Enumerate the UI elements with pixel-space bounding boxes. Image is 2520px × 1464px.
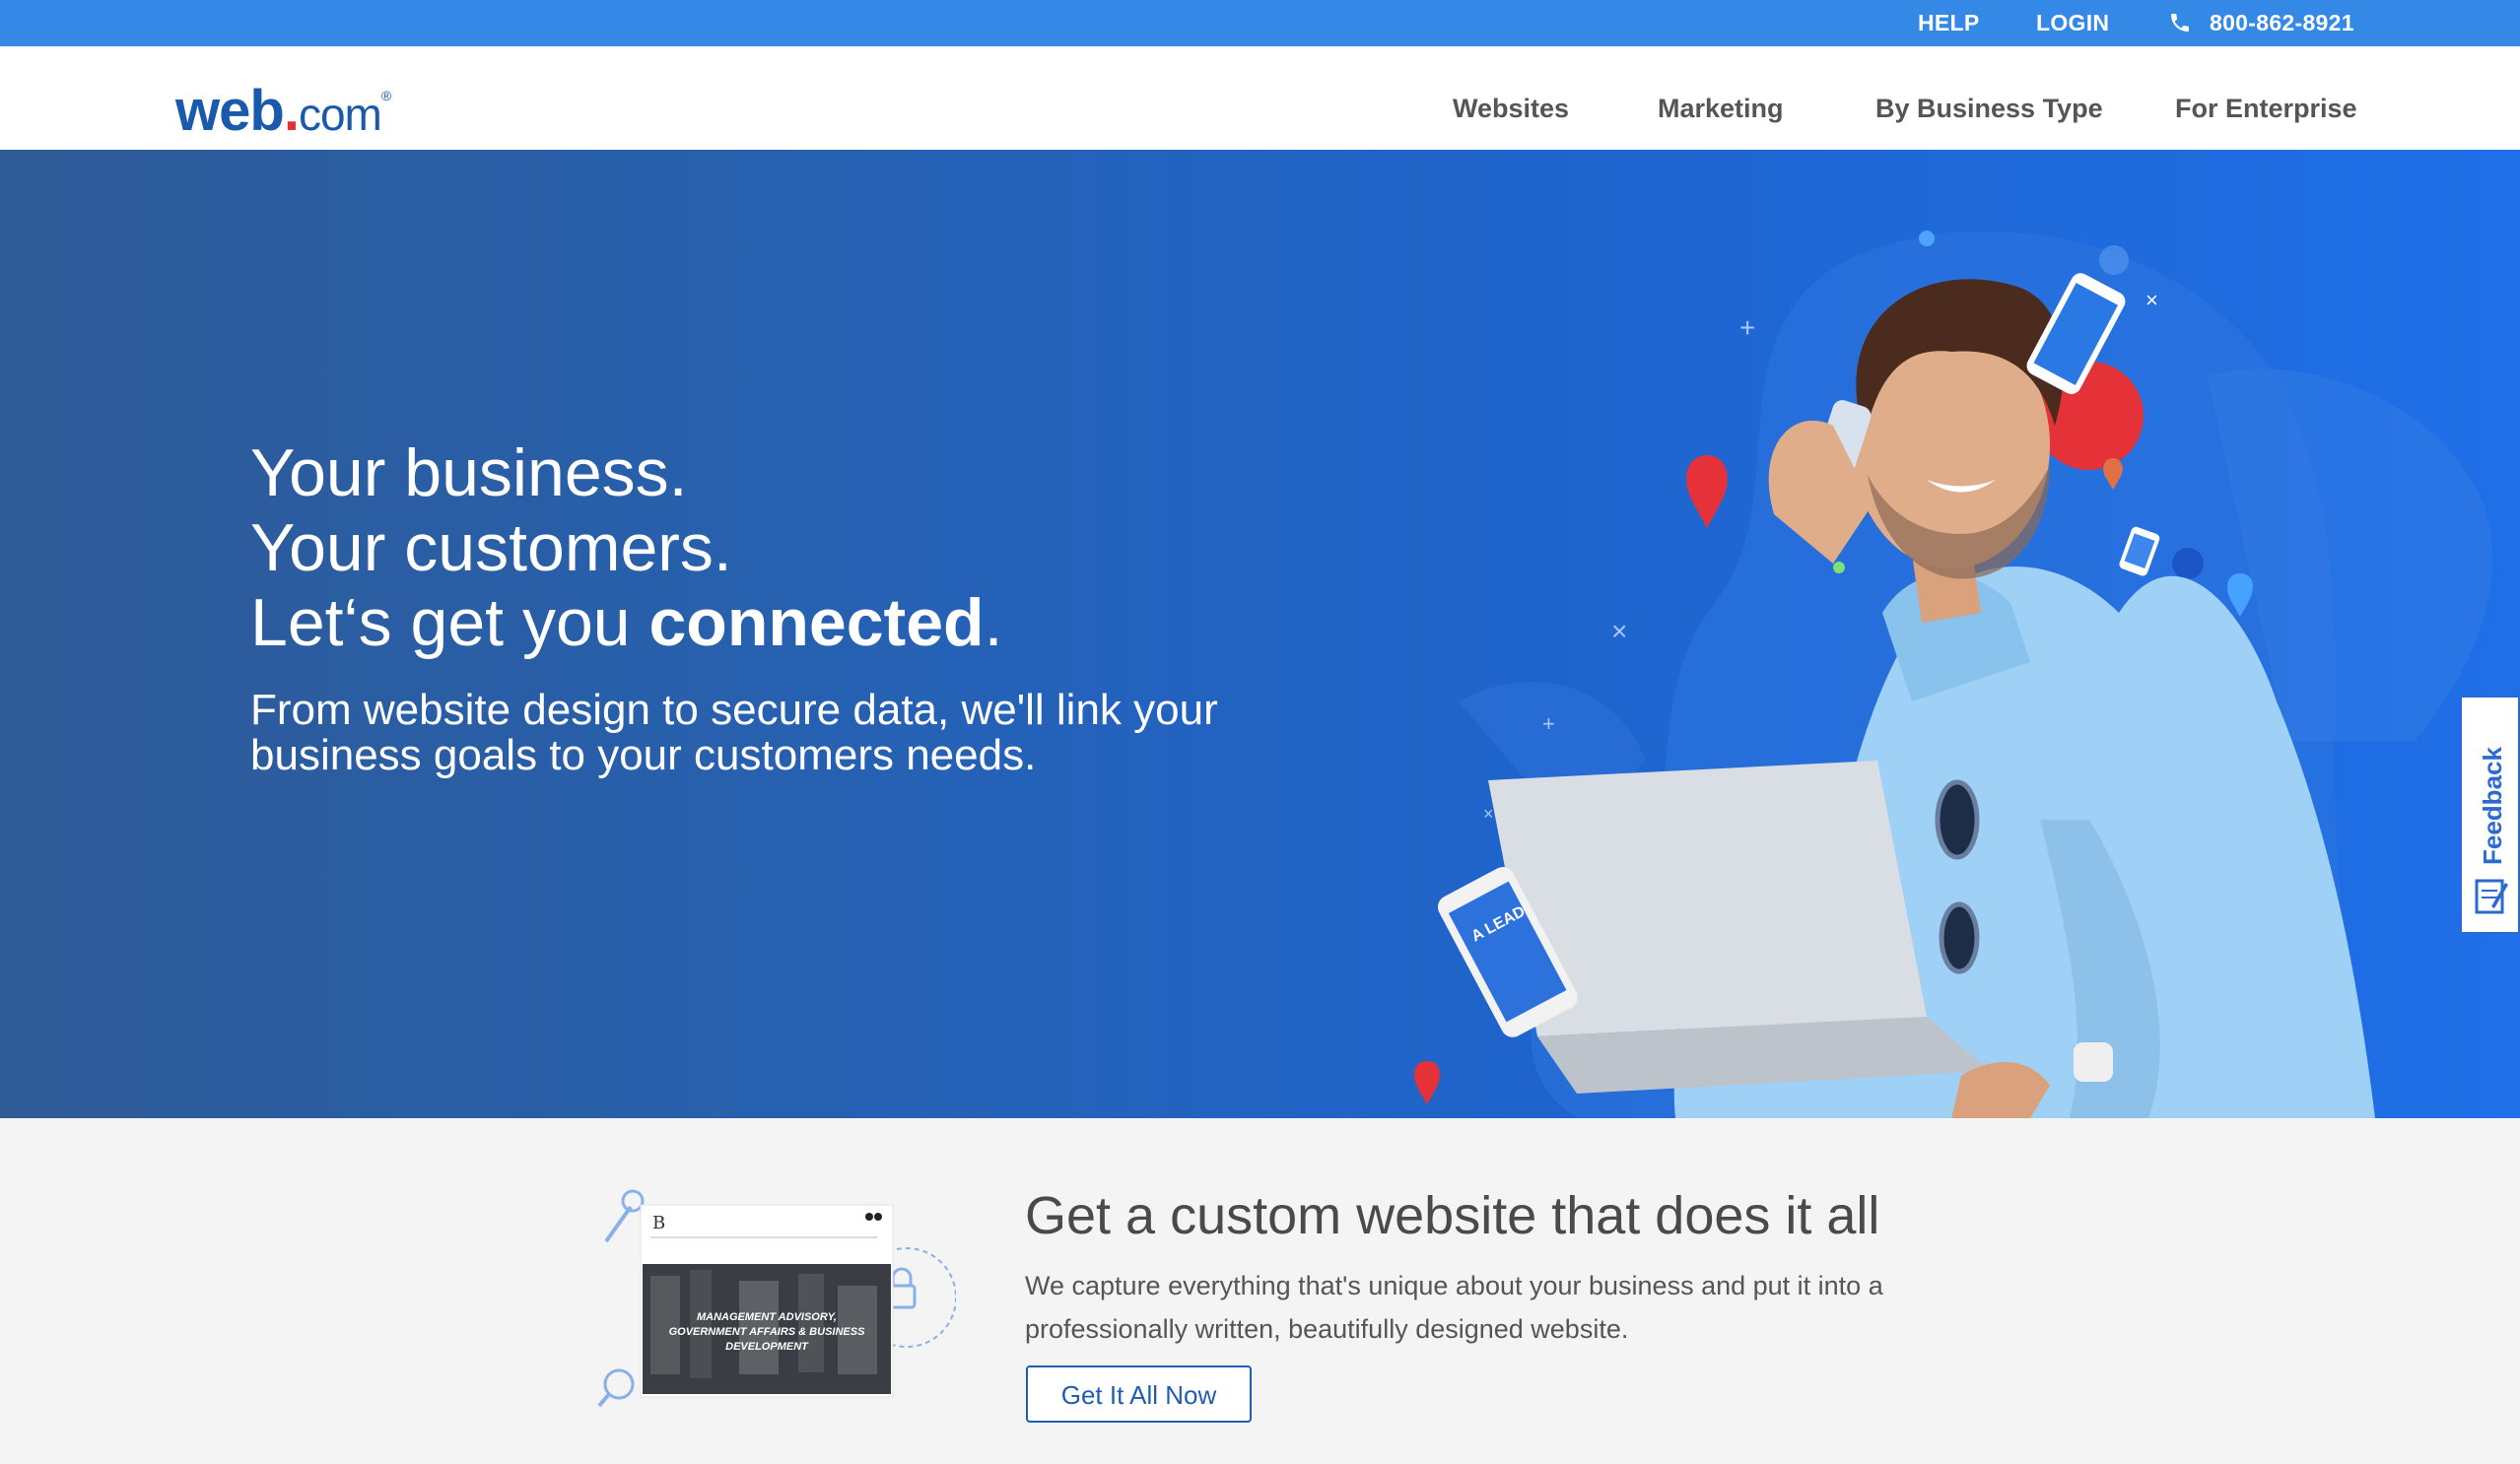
nav-by-business-type[interactable]: By Business Type <box>1875 94 2103 124</box>
phone-number-link[interactable]: 800-862-8921 <box>2210 0 2354 46</box>
svg-text:MANAGEMENT ADVISORY,: MANAGEMENT ADVISORY, <box>697 1311 837 1323</box>
hero-headline: Your business. Your customers. Let‘s get… <box>250 435 1002 660</box>
svg-text:×: × <box>2145 288 2158 312</box>
svg-text:×: × <box>1483 804 1494 824</box>
get-it-all-now-button[interactable]: Get It All Now <box>1026 1365 1252 1423</box>
hero-subtitle: From website design to secure data, we'l… <box>250 686 1218 779</box>
promo-description: We capture everything that's unique abou… <box>1025 1271 1883 1344</box>
nav-websites[interactable]: Websites <box>1453 94 1569 124</box>
hero-banner: + × × + × A LEAD Your business. Your cus… <box>0 150 2520 1118</box>
utility-bar: HELP LOGIN 800-862-8921 <box>0 0 2520 46</box>
nav-marketing[interactable]: Marketing <box>1658 94 1784 124</box>
hero-line-3: Let‘s get you connected. <box>250 585 1003 660</box>
feedback-label: Feedback <box>2478 747 2507 865</box>
main-nav: web.com® Websites Marketing By Business … <box>0 46 2520 151</box>
hero-line-1: Your business. <box>250 435 688 510</box>
feedback-edit-icon <box>2475 879 2508 914</box>
promo-title: Get a custom website that does it all <box>1025 1186 1880 1245</box>
custom-website-section: B MANAGEMENT ADVISORY, GOVERNMENT AFFAIR… <box>0 1118 2520 1464</box>
svg-text:+: + <box>1542 711 1555 736</box>
login-link[interactable]: LOGIN <box>2036 0 2109 46</box>
hero-connected-word: connected <box>648 585 985 660</box>
feedback-tab[interactable]: Feedback <box>2460 696 2520 934</box>
svg-text:GOVERNMENT AFFAIRS & BUSINESS: GOVERNMENT AFFAIRS & BUSINESS <box>669 1326 865 1338</box>
website-mockup-illustration: B MANAGEMENT ADVISORY, GOVERNMENT AFFAIR… <box>597 1189 956 1408</box>
svg-text:+: + <box>1739 312 1755 343</box>
hero-illustration: + × × + × A LEAD <box>1413 231 2493 1118</box>
svg-text:×: × <box>1611 616 1627 646</box>
svg-text:B: B <box>652 1213 665 1233</box>
phone-icon <box>2171 14 2189 32</box>
nav-for-enterprise[interactable]: For Enterprise <box>2175 94 2357 124</box>
hero-line-2: Your customers. <box>250 510 732 585</box>
help-link[interactable]: HELP <box>1918 0 1980 46</box>
svg-text:DEVELOPMENT: DEVELOPMENT <box>725 1341 809 1353</box>
webcom-logo[interactable]: web.com® <box>175 78 391 147</box>
